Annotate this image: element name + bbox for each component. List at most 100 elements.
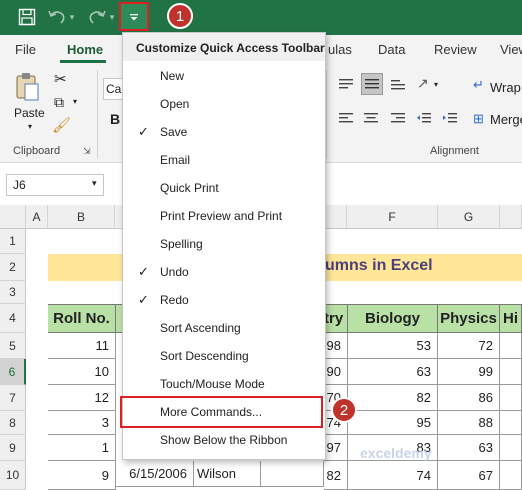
row-header-active[interactable]: 6 — [0, 359, 26, 385]
undo-dropdown-icon[interactable]: ▾ — [67, 6, 77, 28]
align-right-icon[interactable] — [390, 111, 406, 128]
menu-item-show-below-the-ribbon[interactable]: Show Below the Ribbon — [123, 426, 325, 454]
data-cell[interactable]: 82 — [324, 461, 348, 490]
menu-item-undo[interactable]: Undo — [123, 258, 325, 286]
data-cell[interactable]: 12 — [48, 385, 116, 411]
data-cell[interactable] — [500, 411, 522, 435]
customize-qat-button[interactable] — [119, 2, 149, 31]
data-cell[interactable]: 86 — [438, 385, 500, 411]
orientation-dropdown-icon[interactable]: ▾ — [434, 80, 438, 89]
name-box-dropdown-icon[interactable]: ▾ — [92, 178, 97, 189]
increase-indent-icon[interactable] — [442, 111, 458, 128]
wrap-text-label[interactable]: Wrap — [490, 80, 521, 95]
header-cell-physics[interactable]: Physics — [438, 304, 500, 333]
data-cell[interactable] — [500, 461, 522, 490]
data-cell[interactable]: 98 — [324, 333, 348, 359]
cut-icon[interactable]: ✂ — [54, 70, 67, 88]
column-header-b[interactable]: B — [48, 205, 115, 229]
menu-item-save[interactable]: Save — [123, 118, 325, 146]
header-cell-history[interactable]: Hi — [500, 304, 522, 333]
menu-item-email[interactable]: Email — [123, 146, 325, 174]
row-header[interactable]: 10 — [0, 461, 26, 490]
data-cell[interactable]: 53 — [348, 333, 438, 359]
align-bottom-icon[interactable] — [390, 77, 406, 94]
menu-item-sort-descending[interactable]: Sort Descending — [123, 342, 325, 370]
menu-item-redo[interactable]: Redo — [123, 286, 325, 314]
wrap-text-icon[interactable]: ↵ — [473, 77, 484, 93]
tab-formulas[interactable]: ulas — [328, 42, 352, 57]
data-cell[interactable] — [500, 333, 522, 359]
menu-item-touch-mouse-mode[interactable]: Touch/Mouse Mode — [123, 370, 325, 398]
data-cell[interactable]: 9 — [48, 461, 116, 490]
tab-view[interactable]: View — [500, 42, 522, 57]
row-header[interactable]: 8 — [0, 411, 26, 435]
merge-icon[interactable]: ⊞ — [473, 111, 484, 127]
column-header-h[interactable] — [500, 205, 522, 229]
redo-dropdown-icon[interactable]: ▾ — [107, 6, 117, 28]
align-center-icon[interactable] — [363, 111, 379, 128]
row-header[interactable]: 4 — [0, 304, 26, 333]
row-header[interactable]: 2 — [0, 254, 26, 281]
header-cell-chemistry[interactable]: try — [324, 304, 348, 333]
paste-label[interactable]: Paste — [14, 106, 45, 120]
row-header[interactable]: 5 — [0, 333, 26, 359]
data-cell[interactable]: 90 — [324, 359, 348, 385]
column-header-g[interactable]: G — [438, 205, 500, 229]
data-cell[interactable]: 63 — [438, 435, 500, 461]
bold-button[interactable]: B — [110, 111, 120, 127]
align-middle-button[interactable] — [361, 73, 383, 95]
menu-item-print-preview-and-print[interactable]: Print Preview and Print — [123, 202, 325, 230]
copy-icon[interactable]: ⧉ — [54, 94, 64, 111]
data-cell[interactable]: 99 — [438, 359, 500, 385]
data-cell[interactable] — [500, 435, 522, 461]
paste-dropdown-icon[interactable]: ▾ — [28, 122, 32, 131]
paste-icon[interactable] — [14, 72, 40, 105]
data-cell[interactable]: 72 — [438, 333, 500, 359]
menu-item-spelling[interactable]: Spelling — [123, 230, 325, 258]
tab-data[interactable]: Data — [378, 42, 405, 57]
column-header-e[interactable] — [324, 205, 347, 229]
name-box[interactable]: J6 — [6, 174, 104, 196]
clipboard-launcher-icon[interactable]: ⇲ — [83, 146, 91, 157]
data-cell[interactable] — [500, 385, 522, 411]
tab-home[interactable]: Home — [67, 42, 103, 57]
data-cell[interactable]: 63 — [348, 359, 438, 385]
undo-icon[interactable] — [46, 6, 68, 28]
row-header[interactable]: 7 — [0, 385, 26, 411]
align-top-icon[interactable] — [338, 77, 354, 94]
data-cell[interactable]: 11 — [48, 333, 116, 359]
column-header-f[interactable]: F — [347, 205, 438, 229]
header-cell-roll-no[interactable]: Roll No. — [48, 304, 116, 333]
menu-item-sort-ascending[interactable]: Sort Ascending — [123, 314, 325, 342]
row-header[interactable]: 1 — [0, 229, 26, 254]
redo-icon[interactable] — [86, 6, 108, 28]
name-cell[interactable]: Wilson — [194, 461, 261, 487]
align-left-icon[interactable] — [338, 111, 354, 128]
header-cell-biology[interactable]: Biology — [348, 304, 438, 333]
data-cell[interactable]: 1 — [48, 435, 116, 461]
menu-item-quick-print[interactable]: Quick Print — [123, 174, 325, 202]
date-cell[interactable]: 6/15/2006 — [116, 461, 194, 487]
column-header-a[interactable]: A — [26, 205, 48, 229]
menu-item-new[interactable]: New — [123, 62, 325, 90]
data-cell[interactable]: 97 — [324, 435, 348, 461]
tab-file[interactable]: File — [15, 42, 36, 57]
data-cell[interactable]: 67 — [438, 461, 500, 490]
tab-review[interactable]: Review — [434, 42, 477, 57]
row-header[interactable]: 9 — [0, 435, 26, 461]
data-cell[interactable] — [500, 359, 522, 385]
data-cell[interactable]: 74 — [348, 461, 438, 490]
cell[interactable] — [261, 461, 324, 487]
data-cell[interactable]: 88 — [438, 411, 500, 435]
copy-dropdown-icon[interactable]: ▾ — [73, 97, 77, 106]
data-cell[interactable]: 95 — [348, 411, 438, 435]
data-cell[interactable]: 10 — [48, 359, 116, 385]
select-all-corner[interactable] — [0, 205, 26, 229]
orientation-icon[interactable]: ↗ — [417, 75, 429, 92]
menu-item-open[interactable]: Open — [123, 90, 325, 118]
decrease-indent-icon[interactable] — [416, 111, 432, 128]
merge-label[interactable]: Merge — [490, 112, 522, 127]
save-icon[interactable] — [16, 6, 38, 28]
row-header[interactable]: 3 — [0, 281, 26, 304]
data-cell[interactable]: 82 — [348, 385, 438, 411]
